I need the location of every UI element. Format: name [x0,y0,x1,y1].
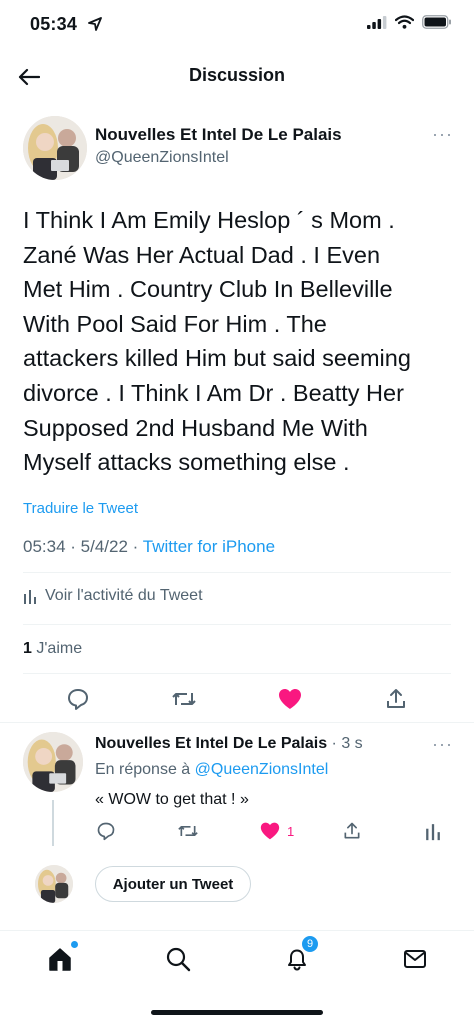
search-icon [166,947,191,972]
reply-more-options-icon[interactable]: ··· [432,734,453,755]
home-indicator[interactable] [151,1010,323,1015]
wifi-icon [395,15,414,29]
divider [0,722,474,723]
share-icon [344,822,360,839]
reply-analytics-button[interactable] [425,818,441,844]
own-avatar[interactable] [35,865,73,903]
page-title: Discussion [188,65,286,85]
tab-notifications[interactable]: 9 [279,935,319,977]
retweet-button[interactable] [169,684,199,714]
tweet-text: I Think I Am Emily Heslop ´ s Mom . Zané… [23,203,453,480]
like-button[interactable] [275,684,305,714]
reply-icon [97,822,115,841]
reply-like-button[interactable]: 1 [259,818,294,844]
in-reply-prefix: En réponse à [95,761,191,778]
in-reply-to: En réponse à @QueenZionsIntel [95,761,328,779]
translate-tweet-link[interactable]: Traduire le Tweet [23,500,138,517]
reply-like-count: 1 [287,823,295,839]
divider [23,624,451,625]
status-time: 05:34 [30,14,78,34]
battery-icon [422,15,451,29]
tweet-text-line: Supposed 2nd Husband Me With [23,414,368,441]
home-icon [49,948,71,971]
tweet-date: 5/4/22 [80,537,128,556]
retweet-icon [178,826,198,836]
tweet-activity-link[interactable]: Voir l'activité du Tweet [23,587,203,605]
author-name[interactable]: Nouvelles Et Intel De Le Palais [95,125,342,145]
reply-reply-button[interactable] [96,818,116,844]
avatar-photo [35,865,73,903]
share-button[interactable] [381,684,411,714]
tweet-text-line: Myself attacks something else . [23,449,350,476]
mail-icon [404,950,426,968]
reply-button[interactable] [63,684,93,714]
tweet-activity-label: Voir l'activité du Tweet [45,587,203,604]
analytics-icon [426,824,440,841]
like-label: J'aime [36,640,83,657]
header: Discussion [0,50,474,102]
author-avatar[interactable] [23,116,87,180]
reply-text: « WOW to get that ! » [95,791,249,808]
tweet-text-line: Met Him . Country Club In Belleville [23,276,393,303]
add-tweet-button[interactable]: Ajouter un Tweet [95,866,251,902]
in-reply-handle[interactable]: @QueenZionsIntel [195,761,329,778]
reply-time: 3 s [341,735,363,752]
divider [23,673,451,674]
tab-home[interactable] [42,941,78,977]
status-bar: 05:34 [0,0,474,50]
analytics-icon [24,590,36,604]
heart-filled-icon [260,822,280,840]
retweet-icon [172,693,196,705]
tweet-time: 05:34 [23,537,66,556]
tweet-text-line: With Pool Said For Him . The [23,310,327,337]
likes-summary[interactable]: 1 J'aime [23,640,82,658]
tweet-text-line: I Think I Am Emily Heslop ´ s Mom . [23,207,395,233]
tweet-text-line: attackers killed Him but said seeming [23,345,411,372]
tab-search[interactable] [160,941,196,977]
tab-bar: 9 [0,930,474,990]
author-handle[interactable]: @QueenZionsIntel [95,149,229,167]
reply-author-avatar[interactable] [23,732,83,792]
notifications-badge: 9 [301,935,319,953]
like-count: 1 [23,640,32,657]
reply-share-button[interactable] [342,818,362,844]
avatar-photo [23,116,87,180]
status-icons [367,15,452,29]
tweet-source-link[interactable]: Twitter for iPhone [143,537,275,556]
tab-messages[interactable] [397,941,433,977]
share-icon [387,689,405,708]
avatar-photo [23,732,83,792]
heart-filled-icon [279,689,301,709]
reply-author-name[interactable]: Nouvelles Et Intel De Le Palais [95,735,327,752]
cellular-signal-icon [367,15,387,29]
tweet-meta: 05:34 · 5/4/22 · Twitter for iPhone [23,537,276,556]
divider [23,572,451,573]
tweet-text-line: Zané Was Her Actual Dad . I Even [23,241,381,268]
reply-actions: 1 [0,818,474,844]
reply-icon [68,689,88,710]
home-new-dot [71,941,78,948]
tweet-text-line: divorce . I Think I Am Dr . Beatty Her [23,379,404,406]
tweet-actions [0,684,474,714]
location-arrow-icon [88,17,102,31]
more-options-icon[interactable]: ··· [432,124,453,145]
reply-retweet-button[interactable] [177,818,199,844]
reply-header: Nouvelles Et Intel De Le Palais · 3 s [95,735,363,752]
